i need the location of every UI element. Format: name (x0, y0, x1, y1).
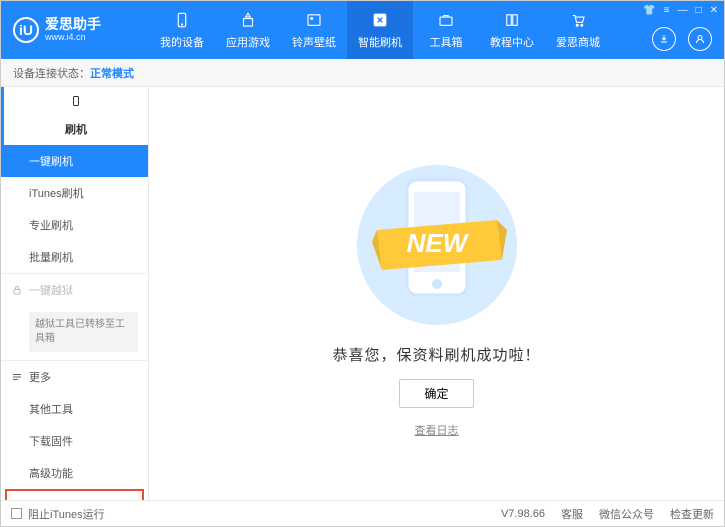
apps-icon (238, 10, 258, 30)
body: 刷机 一键刷机 iTunes刷机 专业刷机 批量刷机 一键越狱 越狱工具已转移至… (1, 87, 724, 500)
nav-label: 铃声壁纸 (292, 34, 336, 50)
cart-icon (568, 10, 588, 30)
sidebar-item-batch-flash[interactable]: 批量刷机 (1, 241, 148, 273)
nav-flash[interactable]: 智能刷机 (347, 1, 413, 59)
sidebar-jailbreak-section: 一键越狱 越狱工具已转移至工具箱 (1, 274, 148, 361)
close-icon[interactable]: ✕ (710, 5, 718, 16)
book-icon (502, 10, 522, 30)
header-right-buttons (652, 27, 712, 51)
block-itunes-checkbox[interactable] (11, 508, 22, 519)
sidebar-item-other-tools[interactable]: 其他工具 (1, 393, 148, 425)
nav-store[interactable]: 爱思商城 (545, 1, 611, 59)
block-itunes-label: 阻止iTunes运行 (28, 506, 105, 522)
lock-icon (11, 284, 23, 296)
sidebar-header-label: 更多 (29, 369, 51, 385)
header: iU 爱思助手 www.i4.cn 我的设备 应用游戏 铃声壁纸 智能刷机 (1, 1, 724, 59)
footer-support[interactable]: 客服 (561, 506, 583, 522)
version-label: V7.98.66 (501, 508, 545, 520)
nav-label: 智能刷机 (358, 34, 402, 50)
sidebar-more-section: 更多 其他工具 下载固件 高级功能 (1, 361, 148, 489)
sidebar-jailbreak-header: 一键越狱 (1, 274, 148, 306)
window-controls: 👕 ≡ — □ ✕ (643, 5, 718, 16)
sidebar-options-box: 自动激活 跳过向导 (5, 489, 144, 500)
device-icon (172, 10, 192, 30)
nav-ringtones[interactable]: 铃声壁纸 (281, 1, 347, 59)
success-illustration: NEW (327, 150, 547, 330)
tshirt-icon[interactable]: 👕 (643, 5, 655, 16)
footer-check-update[interactable]: 检查更新 (670, 506, 714, 522)
nav-label: 我的设备 (160, 34, 204, 50)
status-mode: 正常模式 (90, 65, 134, 81)
flash-icon (370, 10, 390, 30)
nav-label: 工具箱 (430, 34, 463, 50)
menu-icon[interactable]: ≡ (664, 5, 670, 16)
minimize-icon[interactable]: — (678, 5, 688, 16)
nav-apps[interactable]: 应用游戏 (215, 1, 281, 59)
image-icon (304, 10, 324, 30)
list-icon (11, 371, 23, 383)
main-content: NEW 恭喜您，保资料刷机成功啦！ 确定 查看日志 (149, 87, 724, 500)
toolbox-icon (436, 10, 456, 30)
nav-label: 爱思商城 (556, 34, 600, 50)
status-bar: 设备连接状态： 正常模式 (1, 59, 724, 87)
sidebar: 刷机 一键刷机 iTunes刷机 专业刷机 批量刷机 一键越狱 越狱工具已转移至… (1, 87, 149, 500)
nav-label: 应用游戏 (226, 34, 270, 50)
sidebar-flash-header[interactable]: 刷机 (1, 87, 148, 145)
footer-wechat[interactable]: 微信公众号 (599, 506, 654, 522)
main-nav: 我的设备 应用游戏 铃声壁纸 智能刷机 工具箱 教程中心 (149, 1, 611, 59)
sidebar-item-download-firmware[interactable]: 下载固件 (1, 425, 148, 457)
sidebar-header-label: 刷机 (65, 121, 87, 137)
logo-text: 爱思助手 www.i4.cn (45, 17, 101, 42)
success-message: 恭喜您，保资料刷机成功啦！ (332, 344, 540, 365)
footer: 阻止iTunes运行 V7.98.66 客服 微信公众号 检查更新 (1, 500, 724, 526)
sidebar-item-advanced[interactable]: 高级功能 (1, 457, 148, 489)
logo-icon: iU (13, 17, 39, 43)
maximize-icon[interactable]: □ (696, 5, 702, 16)
nav-tutorials[interactable]: 教程中心 (479, 1, 545, 59)
nav-label: 教程中心 (490, 34, 534, 50)
sidebar-flash-section: 刷机 一键刷机 iTunes刷机 专业刷机 批量刷机 (1, 87, 148, 274)
user-button[interactable] (688, 27, 712, 51)
sidebar-item-itunes-flash[interactable]: iTunes刷机 (1, 177, 148, 209)
jailbreak-note: 越狱工具已转移至工具箱 (29, 312, 138, 352)
sidebar-item-oneclick-flash[interactable]: 一键刷机 (1, 145, 148, 177)
app-title: 爱思助手 (45, 17, 101, 32)
nav-my-device[interactable]: 我的设备 (149, 1, 215, 59)
status-prefix: 设备连接状态： (13, 65, 90, 81)
sidebar-more-header[interactable]: 更多 (1, 361, 148, 393)
ok-button[interactable]: 确定 (399, 379, 473, 408)
view-log-link[interactable]: 查看日志 (415, 422, 459, 438)
logo-area: iU 爱思助手 www.i4.cn (1, 17, 149, 43)
app-url: www.i4.cn (45, 33, 101, 43)
app-window: iU 爱思助手 www.i4.cn 我的设备 应用游戏 铃声壁纸 智能刷机 (0, 0, 725, 527)
sidebar-header-label: 一键越狱 (29, 282, 73, 298)
phone-icon (70, 95, 82, 107)
new-banner-text: NEW (406, 228, 469, 258)
nav-toolbox[interactable]: 工具箱 (413, 1, 479, 59)
download-button[interactable] (652, 27, 676, 51)
sidebar-item-pro-flash[interactable]: 专业刷机 (1, 209, 148, 241)
